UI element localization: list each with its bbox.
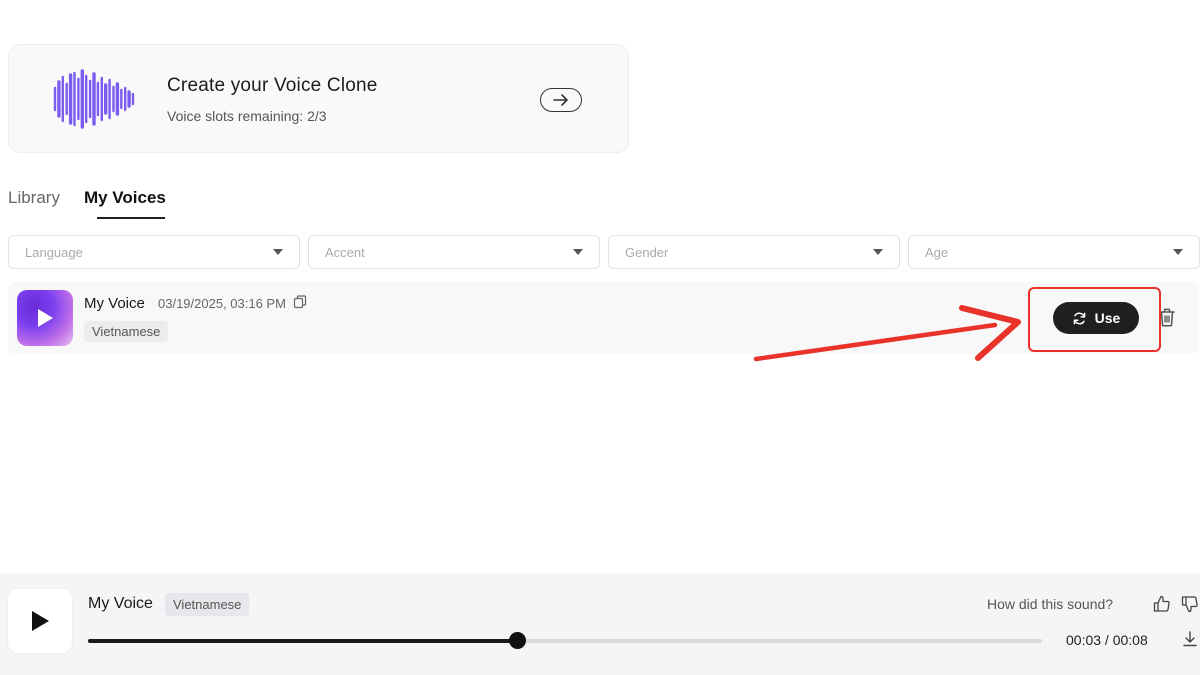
player-language-tag: Vietnamese [165,593,250,616]
voice-name: My Voice [84,295,145,312]
player-voice-name: My Voice [88,595,153,612]
voice-language-tag: Vietnamese [84,321,169,342]
feedback-prompt: How did this sound? [987,596,1114,612]
gender-filter-label: Gender [625,244,669,260]
tab-bar: Library My Voices [8,188,166,208]
thumbs-down-icon[interactable] [1181,595,1199,613]
language-filter-label: Language [25,244,83,260]
clone-title: Create your Voice Clone [167,75,378,96]
accent-filter[interactable]: Accent [308,235,600,269]
play-icon [38,309,53,327]
progress-fill [88,639,518,643]
age-filter-label: Age [925,244,949,260]
create-clone-arrow-button[interactable] [540,88,582,112]
voice-preview-play-button[interactable] [17,290,73,346]
waveform-icon [53,69,135,129]
slots-remaining: Voice slots remaining: 2/3 [167,108,327,124]
download-icon[interactable] [1183,631,1197,647]
progress-handle[interactable] [509,632,527,649]
annotation-highlight-box [1028,287,1161,352]
tab-my-voices[interactable]: My Voices [84,188,166,208]
filter-bar: Language Accent Gender Age [8,235,1200,269]
playback-time: 00:03 / 00:08 [1066,632,1148,648]
copy-icon[interactable] [293,295,307,309]
caret-down-icon [273,249,283,255]
caret-down-icon [573,249,583,255]
voice-date: 03/19/2025, 03:16 PM [158,296,286,311]
caret-down-icon [873,249,883,255]
caret-down-icon [1173,249,1183,255]
annotation-arrow-icon [753,305,1021,362]
playback-progress-slider[interactable] [88,632,1042,649]
language-filter[interactable]: Language [8,235,300,269]
tab-library[interactable]: Library [8,188,60,208]
arrow-right-icon [553,94,568,106]
audio-player-bar: My Voice Vietnamese How did this sound? … [0,573,1200,675]
active-tab-underline [97,217,165,219]
gender-filter[interactable]: Gender [608,235,900,269]
age-filter[interactable]: Age [908,235,1200,269]
voice-clone-card[interactable]: Create your Voice Clone Voice slots rema… [8,44,629,153]
thumbs-up-icon[interactable] [1153,595,1171,613]
play-icon [32,611,49,631]
player-play-button[interactable] [8,589,72,653]
accent-filter-label: Accent [325,244,365,260]
